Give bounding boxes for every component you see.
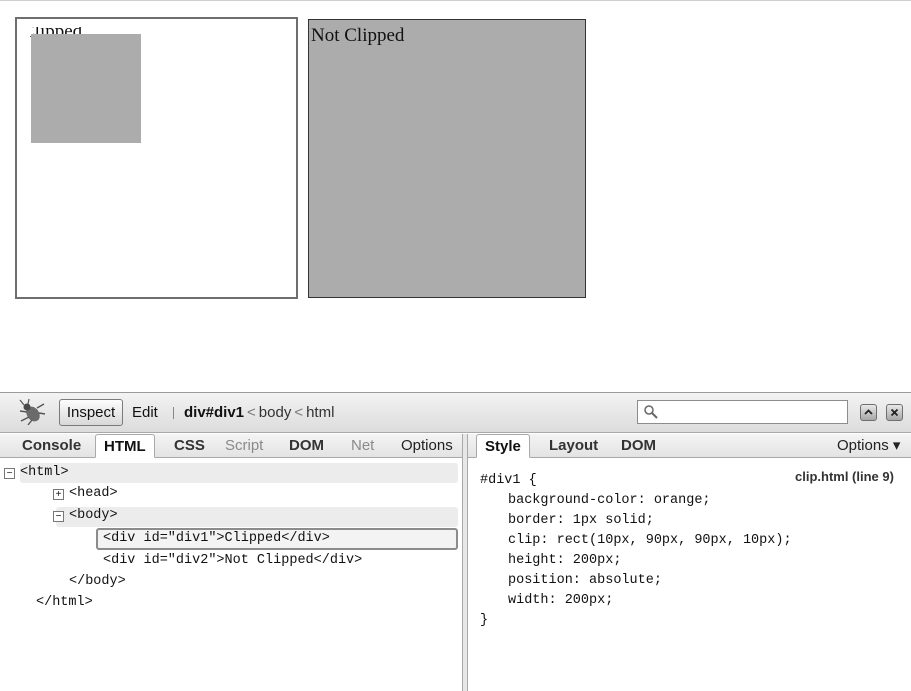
search-input[interactable] xyxy=(637,400,848,424)
minimize-panel-button[interactable] xyxy=(860,404,877,421)
style-property-height[interactable]: height: 200px; xyxy=(480,551,792,571)
tree-node-body[interactable]: <body> xyxy=(69,506,118,526)
tree-node-div2[interactable]: <div id="div2">Not Clipped</div> xyxy=(103,551,362,571)
breadcrumb: div#div1 < body < html xyxy=(184,404,334,421)
div1-close-tag: </div> xyxy=(281,531,330,546)
tab-console[interactable]: Console xyxy=(22,434,81,458)
tab-style[interactable]: Style xyxy=(476,434,530,458)
tree-row-highlight xyxy=(20,463,458,483)
close-icon xyxy=(890,408,899,417)
tree-node-html-close[interactable]: </html> xyxy=(36,593,93,613)
div2-text: Not Clipped xyxy=(311,25,405,46)
style-property-border[interactable]: border: 1px solid; xyxy=(480,511,792,531)
tab-layout[interactable]: Layout xyxy=(549,434,598,458)
tree-node-head[interactable]: <head> xyxy=(69,484,118,504)
close-panel-button[interactable] xyxy=(886,404,903,421)
style-close-brace: } xyxy=(480,613,489,628)
rendered-page: Clipped Not Clipped xyxy=(0,0,911,392)
tab-script[interactable]: Script xyxy=(225,434,263,458)
style-property-position[interactable]: position: absolute; xyxy=(480,571,792,591)
breadcrumb-item-html[interactable]: html xyxy=(306,404,334,421)
breadcrumb-separator: < xyxy=(247,404,256,421)
firebug-bug-icon[interactable] xyxy=(18,399,46,425)
side-panel-tabs: Style Layout DOM Options ▾ xyxy=(468,434,911,458)
tab-side-options[interactable]: Options ▾ xyxy=(837,434,900,458)
div1-clipped-region xyxy=(31,34,141,143)
breadcrumb-separator: < xyxy=(294,404,304,421)
panel-splitter[interactable] xyxy=(462,434,468,691)
tab-net[interactable]: Net xyxy=(351,434,374,458)
inspect-button[interactable]: Inspect xyxy=(59,399,123,426)
tab-css[interactable]: CSS xyxy=(174,434,205,458)
style-property-background-color[interactable]: background-color: orange; xyxy=(480,491,792,511)
tree-node-div1[interactable]: <div id="div1">Clipped</div> xyxy=(103,529,330,549)
style-property-width[interactable]: width: 200px; xyxy=(480,591,792,611)
html-tree: − <html> + <head> − <body> <div id="div1… xyxy=(0,459,462,691)
expand-head-toggle[interactable]: + xyxy=(53,489,64,500)
breadcrumb-item-body[interactable]: body xyxy=(259,404,292,421)
div2-tag: <div id="div2"> xyxy=(103,553,225,568)
toolbar-separator xyxy=(173,407,174,419)
div2-close-tag: </div> xyxy=(313,553,363,568)
firebug-toolbar: Inspect Edit div#div1 < body < html xyxy=(0,393,911,433)
tree-node-body-close[interactable]: </body> xyxy=(69,572,126,592)
div1-text-node: Clipped xyxy=(224,531,282,546)
main-panel-tabs: Console HTML CSS Script DOM Net Options xyxy=(0,434,462,458)
div1-tag: <div id="div1"> xyxy=(103,531,225,546)
tab-dom[interactable]: DOM xyxy=(289,434,324,458)
tab-side-dom[interactable]: DOM xyxy=(621,434,656,458)
div2-text-node: Not Clipped xyxy=(224,553,314,568)
style-property-clip[interactable]: clip: rect(10px, 90px, 90px, 10px); xyxy=(480,531,792,551)
style-selector: #div1 { xyxy=(480,473,537,488)
firebug-panel: Inspect Edit div#div1 < body < html Console … xyxy=(0,392,911,691)
tab-options[interactable]: Options xyxy=(401,434,453,458)
collapse-body-toggle[interactable]: − xyxy=(53,511,64,522)
tab-html[interactable]: HTML xyxy=(95,434,155,458)
breadcrumb-item-div1[interactable]: div#div1 xyxy=(184,404,244,421)
edit-button[interactable]: Edit xyxy=(132,404,158,421)
collapse-html-toggle[interactable]: − xyxy=(4,468,15,479)
search-icon xyxy=(644,405,658,419)
tree-node-html[interactable]: <html> xyxy=(20,463,69,483)
chevron-up-icon xyxy=(864,409,873,415)
style-source-link[interactable]: clip.html (line 9) xyxy=(795,469,894,484)
style-rule: #div1 { background-color: orange; border… xyxy=(480,471,792,631)
div2-not-clipped-box: Not Clipped xyxy=(308,19,586,298)
